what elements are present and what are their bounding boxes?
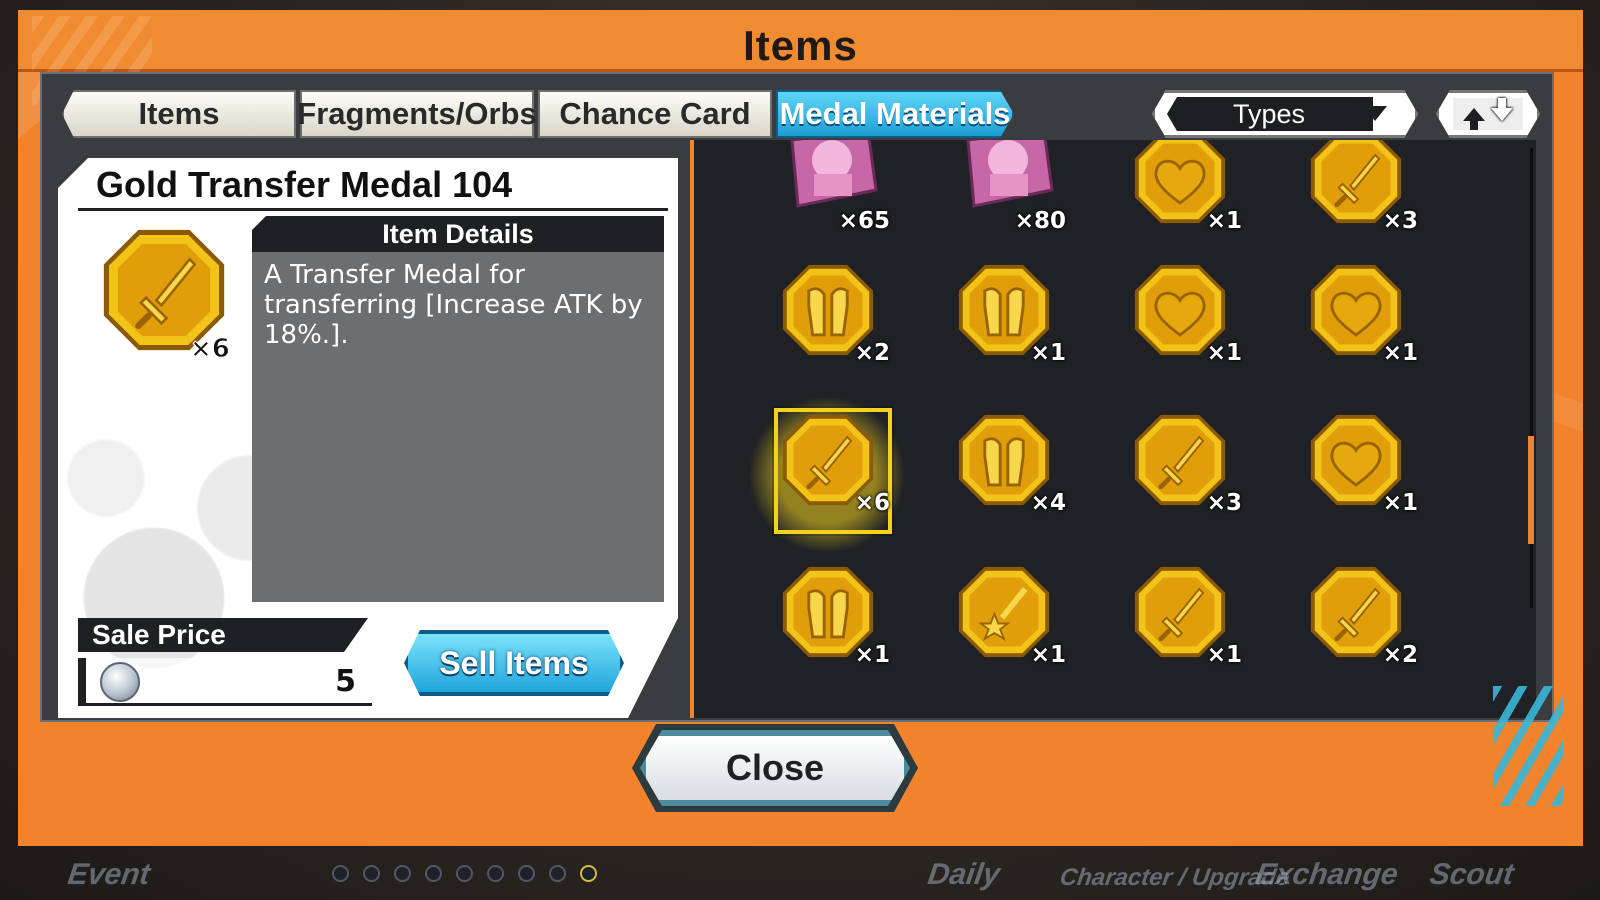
- item-detail-panel: Gold Transfer Medal 104 ×6 Item Details …: [58, 158, 678, 718]
- medal-grid-item[interactable]: ×3: [1128, 412, 1248, 516]
- medal-grid-item[interactable]: ×1: [952, 564, 1072, 668]
- page-dot[interactable]: [332, 865, 349, 882]
- sell-items-button[interactable]: Sell Items: [404, 630, 624, 696]
- page-dot[interactable]: [518, 865, 535, 882]
- nav-exchange[interactable]: Exchange: [1254, 858, 1400, 892]
- medal-grid-item[interactable]: ×1: [952, 262, 1072, 366]
- item-count: ×4: [1030, 490, 1066, 516]
- page-dot[interactable]: [456, 865, 473, 882]
- item-count: ×65: [838, 208, 890, 234]
- item-count: ×80: [1014, 208, 1066, 234]
- item-count: ×2: [854, 340, 890, 366]
- item-name: Gold Transfer Medal 104: [96, 164, 513, 205]
- medal-grid-item[interactable]: ×1: [1304, 262, 1424, 366]
- types-filter-dropdown[interactable]: Types: [1152, 90, 1418, 138]
- medal-grid-item[interactable]: ×1: [1304, 412, 1424, 516]
- scrollbar-thumb[interactable]: [1528, 436, 1534, 544]
- chevron-down-icon: [1363, 106, 1387, 121]
- item-description: A Transfer Medal for transferring [Incre…: [252, 252, 664, 602]
- page-dot[interactable]: [487, 865, 504, 882]
- medal-grid-item[interactable]: ×1: [1128, 564, 1248, 668]
- page-dot[interactable]: [425, 865, 442, 882]
- sale-price-row: 5: [78, 658, 372, 706]
- item-count: ×6: [854, 490, 890, 516]
- item-count: ×1: [1382, 490, 1418, 516]
- medal-grid-item[interactable]: ×1: [776, 564, 896, 668]
- medal-grid-item[interactable]: ×1: [1128, 262, 1248, 366]
- title-bar: Items: [18, 10, 1583, 106]
- tab-items[interactable]: Items: [62, 90, 296, 138]
- dialog-title: Items: [743, 22, 858, 69]
- sort-order-button[interactable]: [1436, 90, 1540, 138]
- arrow-up-icon: [1463, 108, 1485, 121]
- item-count: ×1: [854, 642, 890, 668]
- item-count: ×1: [1382, 340, 1418, 366]
- character-portrait-icon: [956, 140, 1056, 214]
- page-dots: [332, 865, 597, 882]
- page-dot[interactable]: [394, 865, 411, 882]
- item-count: ×1: [1206, 642, 1242, 668]
- page-dot[interactable]: [580, 865, 597, 882]
- medal-grid-item[interactable]: ×4: [952, 412, 1072, 516]
- arrow-down-icon: [1491, 108, 1513, 121]
- item-count: ×1: [1030, 642, 1066, 668]
- medal-grid-item[interactable]: ×65: [776, 140, 896, 234]
- item-count: ×1: [1030, 340, 1066, 366]
- medal-grid: ×65 ×80 ×1 ×3 ×2 ×1 ×1 ×1 ×6 ×4 ×3 ×1 ×1…: [690, 140, 1536, 718]
- medal-grid-item[interactable]: ×80: [952, 140, 1072, 234]
- items-dialog: Items Items Fragments/Orbs Chance Card M…: [18, 10, 1583, 846]
- page-dot[interactable]: [363, 865, 380, 882]
- item-quantity: ×6: [190, 334, 231, 365]
- nav-scout[interactable]: Scout: [1428, 858, 1516, 892]
- close-button[interactable]: Close: [640, 730, 910, 806]
- decorative-stripe: [1493, 686, 1563, 806]
- item-count: ×2: [1382, 642, 1418, 668]
- medal-grid-item[interactable]: ×2: [1304, 564, 1424, 668]
- tab-chance-card[interactable]: Chance Card: [538, 90, 772, 138]
- item-count: ×1: [1206, 208, 1242, 234]
- nav-daily[interactable]: Daily: [926, 858, 1002, 892]
- medal-grid-item[interactable]: ×1: [1128, 140, 1248, 234]
- item-count: ×1: [1206, 340, 1242, 366]
- medal-grid-item[interactable]: ×6: [776, 412, 896, 516]
- tab-medal-materials[interactable]: Medal Materials: [776, 90, 1014, 138]
- types-filter-label: Types: [1232, 99, 1306, 129]
- sale-price-value: 5: [335, 664, 356, 699]
- character-portrait-icon: [780, 140, 880, 214]
- tab-fragments-orbs[interactable]: Fragments/Orbs: [297, 90, 537, 138]
- medal-grid-item[interactable]: ×2: [776, 262, 896, 366]
- sale-price-label: Sale Price: [78, 618, 368, 652]
- dialog-body: Items Fragments/Orbs Chance Card Medal M…: [40, 72, 1554, 722]
- item-count: ×3: [1382, 208, 1418, 234]
- medal-grid-item[interactable]: ×3: [1304, 140, 1424, 234]
- page-dot[interactable]: [549, 865, 566, 882]
- nav-event[interactable]: Event: [66, 858, 152, 892]
- item-details-heading: Item Details: [252, 216, 664, 252]
- item-count: ×3: [1206, 490, 1242, 516]
- bounty-coin-icon: [100, 662, 140, 702]
